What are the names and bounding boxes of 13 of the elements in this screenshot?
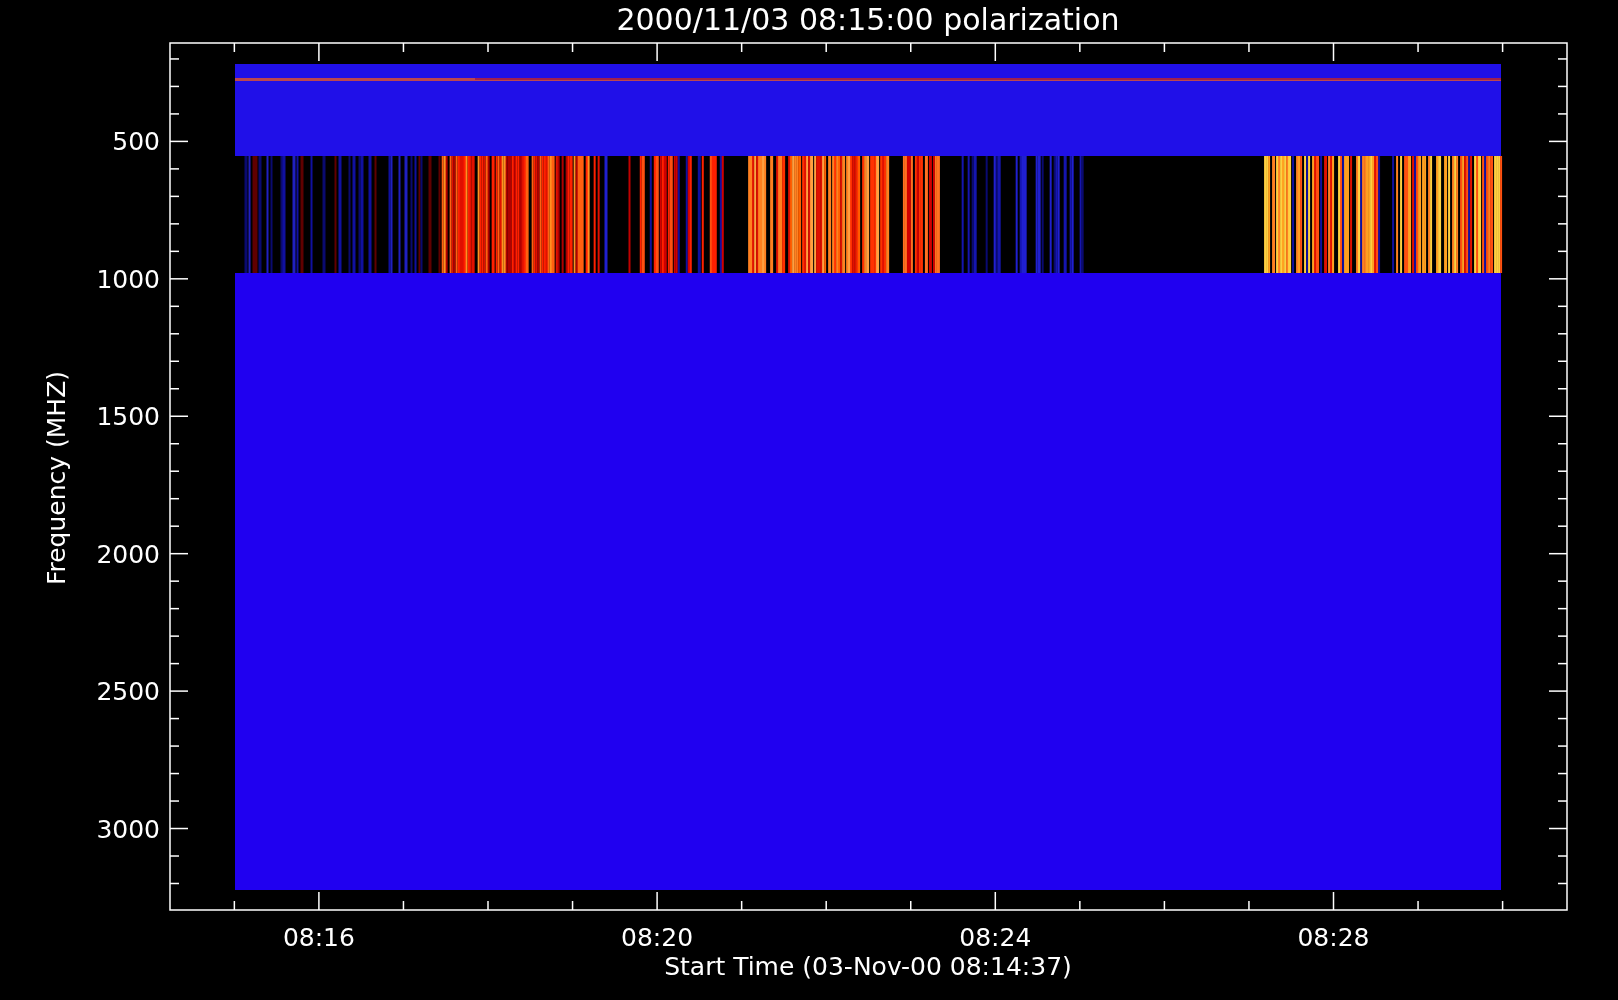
x-tick-label: 08:20 [621,923,694,952]
x-tick-label: 08:28 [1297,923,1370,952]
x-axis-label: Start Time (03-Nov-00 08:14:37) [664,952,1072,981]
y-tick-label: 1000 [96,264,160,294]
y-tick-label: 2500 [96,677,160,707]
y-tick-label: 500 [112,127,160,157]
y-tick-label: 3000 [96,814,160,844]
x-tick-label: 08:16 [282,923,355,952]
y-axis-label: Frequency (MHZ) [42,370,71,586]
y-tick-label: 2000 [96,539,160,569]
y-tick-label: 1500 [96,402,160,432]
x-tick-label: 08:24 [959,923,1032,952]
plot-title: 2000/11/03 08:15:00 polarization [616,2,1120,37]
